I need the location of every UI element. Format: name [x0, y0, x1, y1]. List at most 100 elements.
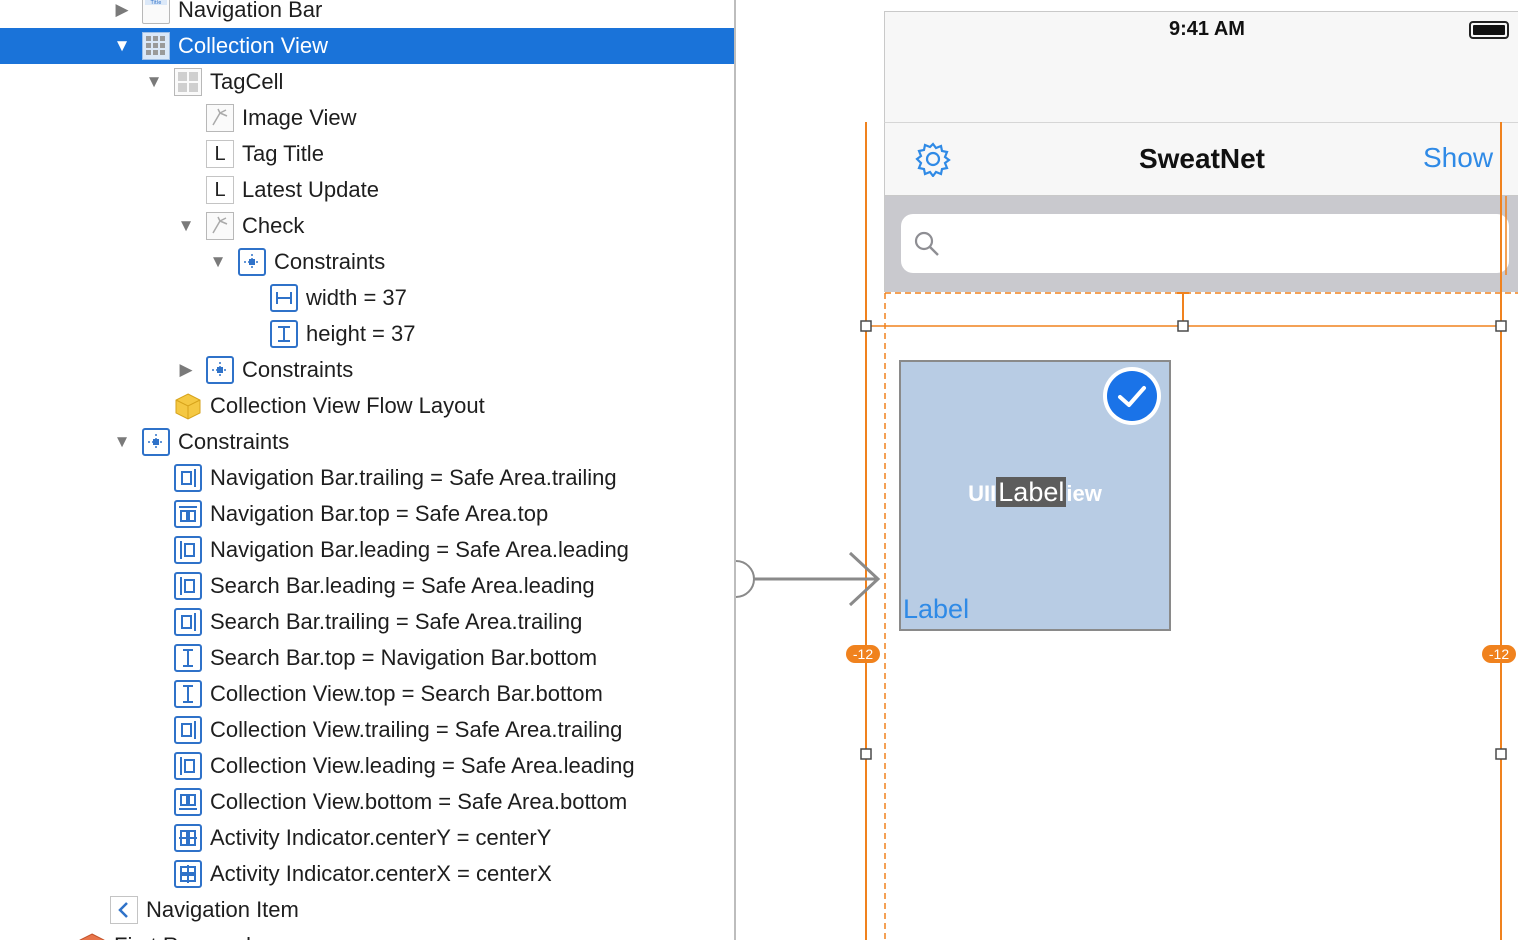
disclosure-expanded-icon[interactable]: ▼ — [113, 433, 131, 451]
check-icon — [1103, 367, 1161, 425]
outline-row-constraint[interactable]: Search Bar.trailing = Safe Area.trailing — [0, 604, 734, 640]
outline-row-label: Navigation Item — [146, 897, 299, 922]
outline-row-label: width = 37 — [306, 285, 407, 310]
trailing-constraint-icon — [174, 716, 202, 744]
outline-row-constraint[interactable]: Search Bar.top = Navigation Bar.bottom — [0, 640, 734, 676]
first-responder-icon — [78, 932, 106, 940]
outline-row-height-constraint[interactable]: height = 37 — [0, 316, 734, 352]
image-view-caption-right: iew — [1066, 481, 1102, 506]
storyboard-canvas[interactable]: 9:41 AM SweatNet Show -12 -12 UIILabelie… — [736, 0, 1518, 940]
outline-row-tagcell[interactable]: ▼ TagCell — [0, 64, 734, 100]
outline-row-constraint[interactable]: Navigation Bar.trailing = Safe Area.trai… — [0, 460, 734, 496]
vertical-spacing-constraint-icon — [174, 644, 202, 672]
disclosure-expanded-icon[interactable]: ▼ — [113, 37, 131, 55]
leading-constraint-icon — [174, 572, 202, 600]
outline-row-label: Image View — [242, 105, 357, 130]
outline-row-label: Latest Update — [242, 177, 379, 202]
disclosure-expanded-icon[interactable]: ▼ — [145, 73, 163, 91]
top-constraint-icon — [174, 500, 202, 528]
label-icon: L — [206, 176, 234, 204]
outline-row-label: Collection View.leading = Safe Area.lead… — [210, 753, 635, 778]
outline-row-navigation-item[interactable]: Navigation Item — [0, 892, 734, 928]
center-x-constraint-icon — [174, 860, 202, 888]
outline-row-constraint[interactable]: Activity Indicator.centerY = centerY — [0, 820, 734, 856]
outline-row-constraints[interactable]: ▼ Constraints — [0, 244, 734, 280]
outline-row-label: Check — [242, 213, 305, 238]
outline-row-label: Collection View.top = Search Bar.bottom — [210, 681, 603, 706]
margin-badge-right: -12 — [1482, 645, 1516, 663]
outline-row-check[interactable]: ▼ Check — [0, 208, 734, 244]
outline-row-label: Collection View.trailing = Safe Area.tra… — [210, 717, 623, 742]
outline-row-label: Constraints — [178, 429, 290, 454]
outline-row-label: height = 37 — [306, 321, 416, 346]
image-view-caption-left: UII — [968, 481, 997, 506]
latest-update-label[interactable]: Label — [903, 594, 969, 625]
outline-row-label: Search Bar.top = Navigation Bar.bottom — [210, 645, 598, 670]
outline-row-label: Activity Indicator.centerX = centerX — [210, 861, 552, 886]
outline-row-label: First Responder — [114, 928, 271, 940]
outline-row-label: Collection View.bottom = Safe Area.botto… — [210, 789, 628, 814]
image-view-icon — [206, 212, 234, 240]
disclosure-expanded-icon[interactable]: ▼ — [177, 217, 195, 235]
outline-row-label: Collection View Flow Layout — [210, 393, 485, 418]
outline-row-flow-layout[interactable]: Collection View Flow Layout — [0, 388, 734, 424]
collection-cell-icon — [174, 68, 202, 96]
outline-row-label: Search Bar.leading = Safe Area.leading — [210, 573, 595, 598]
outline-row-label: Tag Title — [242, 141, 324, 166]
outline-row-constraint[interactable]: Search Bar.leading = Safe Area.leading — [0, 568, 734, 604]
image-view-icon — [206, 104, 234, 132]
outline-row-tag-title[interactable]: L Tag Title — [0, 136, 734, 172]
outline-row-label: Navigation Bar.trailing = Safe Area.trai… — [210, 465, 617, 490]
bottom-constraint-icon — [174, 788, 202, 816]
outline-row-constraint[interactable]: Collection View.top = Search Bar.bottom — [0, 676, 734, 712]
outline-row-label: Navigation Bar.top = Safe Area.top — [210, 501, 549, 526]
outline-row-label: Navigation Bar.leading = Safe Area.leadi… — [210, 537, 629, 562]
navigation-item-icon — [110, 896, 138, 924]
constraints-icon — [206, 356, 234, 384]
outline-row-label: Navigation Bar — [178, 0, 323, 22]
outline-row-first-responder[interactable]: First Responder — [0, 928, 734, 940]
vertical-spacing-constraint-icon — [174, 680, 202, 708]
collection-view-icon — [142, 32, 170, 60]
label-icon: L — [206, 140, 234, 168]
disclosure-expanded-icon[interactable]: ▼ — [209, 253, 227, 271]
outline-row-constraint[interactable]: Collection View.bottom = Safe Area.botto… — [0, 784, 734, 820]
disclosure-collapsed-icon[interactable]: ▶ — [113, 1, 131, 19]
outline-row-constraints[interactable]: ▶ Constraints — [0, 352, 734, 388]
outline-row-latest-update[interactable]: L Latest Update — [0, 172, 734, 208]
margin-badge-left: -12 — [846, 645, 880, 663]
outline-row-constraint[interactable]: Navigation Bar.top = Safe Area.top — [0, 496, 734, 532]
leading-constraint-icon — [174, 536, 202, 564]
outline-row-label: Constraints — [242, 357, 354, 382]
outline-row-image-view[interactable]: Image View — [0, 100, 734, 136]
trailing-constraint-icon — [174, 608, 202, 636]
outline-row-label: TagCell — [210, 69, 284, 94]
outline-row-constraints[interactable]: ▼ Constraints — [0, 424, 734, 460]
svg-text:Title: Title — [150, 0, 162, 6]
constraints-icon — [142, 428, 170, 456]
tag-cell[interactable]: UIILabeliew Label — [899, 360, 1171, 631]
disclosure-collapsed-icon[interactable]: ▶ — [177, 361, 195, 379]
document-outline: ▶ Title Navigation Bar ▼ Collection View… — [0, 0, 734, 940]
constraints-icon — [238, 248, 266, 276]
outline-row-constraint[interactable]: Activity Indicator.centerX = centerX — [0, 856, 734, 892]
outline-row-label: Constraints — [274, 249, 386, 274]
center-y-constraint-icon — [174, 824, 202, 852]
outline-row-collection-view[interactable]: ▼ Collection View — [0, 28, 734, 64]
outline-row-navigation-bar[interactable]: ▶ Title Navigation Bar — [0, 0, 734, 28]
outline-row-width-constraint[interactable]: width = 37 — [0, 280, 734, 316]
outline-row-label: Activity Indicator.centerY = centerY — [210, 825, 552, 850]
tag-title-label[interactable]: Label — [996, 477, 1067, 507]
outline-row-constraint[interactable]: Navigation Bar.leading = Safe Area.leadi… — [0, 532, 734, 568]
leading-constraint-icon — [174, 752, 202, 780]
navigation-bar-icon: Title — [142, 0, 170, 24]
cell-center-stack: UIILabeliew — [901, 477, 1169, 508]
outline-row-constraint[interactable]: Collection View.trailing = Safe Area.tra… — [0, 712, 734, 748]
flow-layout-cube-icon — [174, 392, 202, 420]
outline-row-label: Search Bar.trailing = Safe Area.trailing — [210, 609, 583, 634]
outline-row-label: Collection View — [178, 33, 329, 58]
trailing-constraint-icon — [174, 464, 202, 492]
height-constraint-icon — [270, 320, 298, 348]
width-constraint-icon — [270, 284, 298, 312]
outline-row-constraint[interactable]: Collection View.leading = Safe Area.lead… — [0, 748, 734, 784]
